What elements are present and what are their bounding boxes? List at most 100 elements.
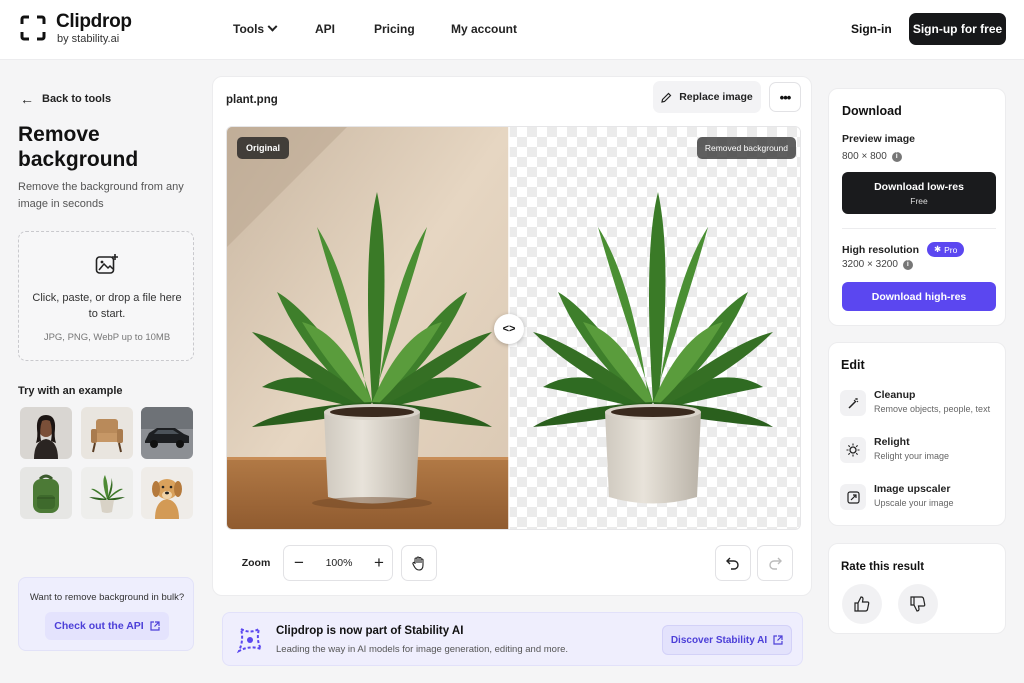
file-name: plant.png <box>226 94 278 106</box>
bulk-promo-text: Want to remove background in bulk? <box>29 592 185 603</box>
edit-item-name: Relight <box>874 436 910 448</box>
nav-tools-label: Tools <box>233 22 265 36</box>
info-icon[interactable]: i <box>891 151 902 162</box>
check-api-button[interactable]: Check out the API <box>45 612 169 640</box>
preview-image-label: Preview image <box>842 133 915 145</box>
woman-thumbnail <box>20 407 72 459</box>
logo-name[interactable]: Clipdrop <box>56 11 132 33</box>
download-low-res-label: Download low-res <box>874 181 964 193</box>
redo-button[interactable] <box>757 545 793 581</box>
comparison-slider-handle[interactable]: <> <box>494 314 524 344</box>
upscale-icon <box>840 484 866 510</box>
upload-dropzone[interactable]: Click, paste, or drop a file here to sta… <box>18 231 194 361</box>
pencil-icon <box>661 92 672 103</box>
discover-stability-label: Discover Stability AI <box>670 634 768 646</box>
example-woman[interactable] <box>20 407 72 459</box>
logo-subtitle: by stability.ai <box>57 33 120 45</box>
undo-button[interactable] <box>715 545 751 581</box>
arrow-left-icon: ← <box>20 91 34 107</box>
pro-badge: ✱ Pro <box>927 242 965 257</box>
left-panel: ← Back to tools Remove background Remove… <box>0 61 210 683</box>
page-title: Remove background <box>18 123 139 171</box>
example-armchair[interactable] <box>81 407 133 459</box>
edit-item-cleanup[interactable]: Cleanup Remove objects, people, text <box>840 387 1000 421</box>
nav-tools[interactable]: Tools <box>233 21 278 36</box>
edit-item-desc: Upscale your image <box>874 498 954 508</box>
pro-badge-label: Pro <box>944 244 958 255</box>
divider <box>842 228 996 229</box>
chevron-down-icon <box>267 21 278 32</box>
removed-background-badge: Removed background <box>696 137 796 159</box>
stability-logo-icon <box>236 626 264 654</box>
zoom-toolbar: Zoom − 100% + <box>226 545 801 583</box>
before-after-comparison[interactable]: Original Removed background <> <box>226 126 801 530</box>
download-panel: Download Preview image 800 × 800 i Downl… <box>828 88 1006 326</box>
thumbs-up-icon <box>854 596 870 612</box>
download-low-res-button[interactable]: Download low-res Free <box>842 172 996 214</box>
info-icon[interactable]: i <box>902 259 913 270</box>
edit-item-desc: Relight your image <box>874 451 950 461</box>
thumbs-up-button[interactable] <box>842 584 882 624</box>
replace-image-label: Replace image <box>679 91 753 103</box>
sign-up-button[interactable]: Sign-up for free <box>909 13 1006 45</box>
zoom-out-button[interactable]: − <box>284 546 314 580</box>
nav-pricing[interactable]: Pricing <box>374 22 415 36</box>
edit-item-relight[interactable]: Relight Relight your image <box>840 434 1000 468</box>
high-resolution-text: High resolution <box>842 243 919 256</box>
plant-thumbnail <box>81 467 133 519</box>
page-subtitle: Remove the background from any image in … <box>18 181 184 210</box>
example-plant[interactable] <box>81 467 133 519</box>
edit-item-image-upscaler[interactable]: Image upscaler Upscale your image <box>840 481 1000 515</box>
example-car[interactable] <box>141 407 193 459</box>
clipdrop-logo-icon[interactable] <box>20 15 46 41</box>
edit-item-desc: Remove objects, people, text <box>874 404 991 414</box>
check-api-label: Check out the API <box>54 620 144 632</box>
pan-tool-button[interactable] <box>401 545 437 581</box>
redo-icon <box>769 557 782 570</box>
more-options-button[interactable]: ••• <box>769 82 801 112</box>
try-example-label: Try with an example <box>18 385 123 397</box>
zoom-in-button[interactable]: + <box>364 546 394 580</box>
pro-star-icon: ✱ <box>934 244 942 254</box>
armchair-thumbnail <box>81 407 133 459</box>
stability-banner: Clipdrop is now part of Stability AI Lea… <box>222 612 803 666</box>
sign-in-link[interactable]: Sign-in <box>851 22 892 36</box>
zoom-value: 100% <box>325 557 353 569</box>
zoom-control: − 100% + <box>283 545 393 581</box>
back-to-tools-link[interactable]: ← Back to tools <box>20 91 111 107</box>
add-image-icon <box>95 254 118 274</box>
nav-api[interactable]: API <box>315 22 335 36</box>
dog-thumbnail <box>141 467 193 519</box>
banner-title: Clipdrop is now part of Stability AI <box>276 625 464 637</box>
original-badge: Original <box>237 137 290 159</box>
nav-my-account[interactable]: My account <box>451 22 517 36</box>
download-title: Download <box>842 104 902 118</box>
preview-size: 800 × 800 i <box>842 151 902 162</box>
hand-icon <box>412 556 424 571</box>
external-link-icon <box>150 621 160 631</box>
high-res-size: 3200 × 3200 i <box>842 259 913 270</box>
sun-icon <box>840 437 866 463</box>
dropzone-hint: JPG, PNG, WebP up to 10MB <box>43 332 171 343</box>
undo-icon <box>726 557 739 570</box>
edit-item-name: Image upscaler <box>874 483 951 495</box>
download-high-res-button[interactable]: Download high-res <box>842 282 996 311</box>
example-dog[interactable] <box>141 467 193 519</box>
discover-stability-button[interactable]: Discover Stability AI <box>662 625 792 655</box>
replace-image-button[interactable]: Replace image <box>653 81 761 113</box>
high-res-size-value: 3200 × 3200 <box>842 259 898 270</box>
backpack-thumbnail <box>20 467 72 519</box>
banner-subtitle: Leading the way in AI models for image g… <box>276 644 569 655</box>
example-grid <box>20 407 194 521</box>
high-resolution-label: High resolution ✱ Pro <box>842 242 965 257</box>
external-link-icon <box>773 635 783 645</box>
bulk-promo-box: Want to remove background in bulk? Check… <box>18 577 194 651</box>
edit-panel: Edit Cleanup Remove objects, people, tex… <box>828 342 1006 526</box>
dropzone-text: Click, paste, or drop a file here to sta… <box>32 292 182 320</box>
example-backpack[interactable] <box>20 467 72 519</box>
top-header: Clipdrop by stability.ai Tools API Prici… <box>0 0 1024 60</box>
rate-panel: Rate this result <box>828 543 1006 634</box>
thumbs-down-button[interactable] <box>898 584 938 624</box>
zoom-label: Zoom <box>241 557 271 569</box>
car-thumbnail <box>141 407 193 459</box>
